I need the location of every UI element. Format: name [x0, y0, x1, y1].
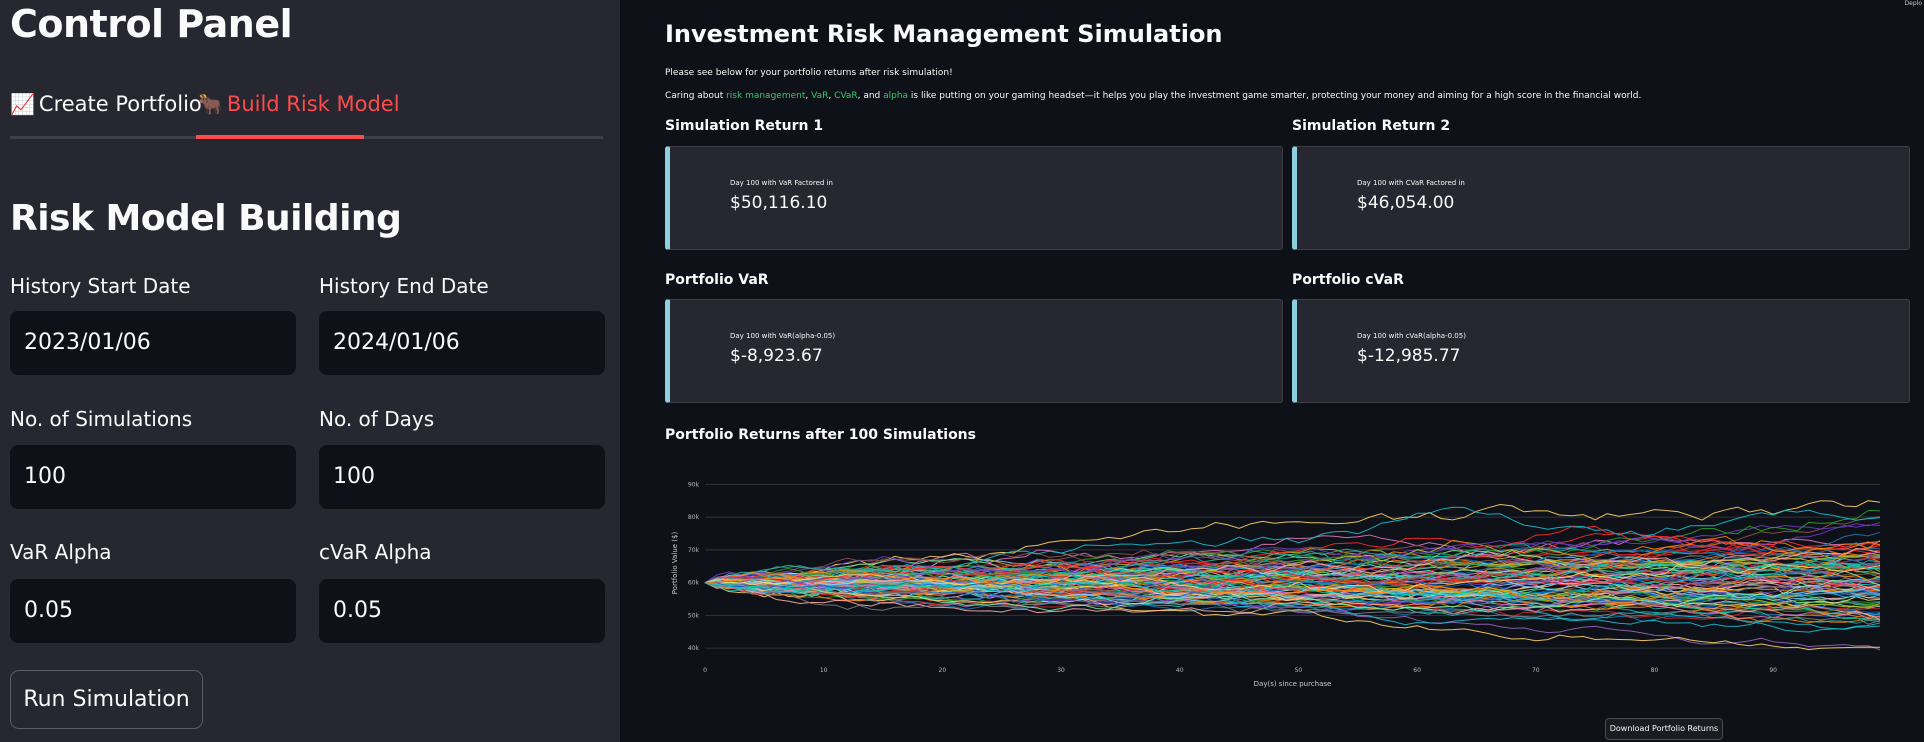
metric-label: Day 100 with CVaR Factored in	[1357, 179, 1465, 187]
portfolio-returns-chart[interactable]: 40k 50k 60k 70k 80k 90k 0 10 20 30 40 50 60 70 80 90 Day…	[665, 460, 1900, 700]
sim-return-1-heading: Simulation Return 1	[665, 118, 824, 134]
sidebar: Control Panel 📈 Create Portfolio 🐂 Build…	[0, 0, 620, 742]
x-axis-label: Day(s) since purchase	[1254, 680, 1332, 688]
download-returns-button[interactable]: Download Portfolio Returns	[1605, 718, 1723, 740]
sim-return-2-heading: Simulation Return 2	[1292, 118, 1451, 134]
tab-label: Create Portfolio	[38, 92, 202, 116]
x-tick-label: 30	[1057, 667, 1065, 674]
history-end-input[interactable]: 2024/01/06	[319, 311, 605, 375]
x-tick-label: 40	[1176, 667, 1184, 674]
y-tick-label: 50k	[688, 612, 700, 619]
y-tick-label: 90k	[688, 481, 700, 488]
keyword-var: VaR	[811, 91, 829, 101]
tab-create-portfolio[interactable]: 📈 Create Portfolio	[10, 92, 202, 116]
sidebar-tabs: 📈 Create Portfolio 🐂 Build Risk Model	[10, 88, 603, 140]
chart-heading: Portfolio Returns after 100 Simulations	[665, 427, 976, 443]
keyword-cvar: CVaR	[834, 91, 858, 101]
y-tick-label: 60k	[688, 580, 700, 587]
tab-label: Build Risk Model	[226, 92, 400, 116]
metric-label: Day 100 with cVaR(alpha-0.05)	[1357, 332, 1466, 340]
var-alpha-input[interactable]: 0.05	[10, 579, 296, 643]
tab-build-risk-model[interactable]: 🐂 Build Risk Model	[198, 92, 400, 116]
metric-value: $50,116.10	[730, 193, 828, 213]
portfolio-var-card: Day 100 with VaR(alpha-0.05) $-8,923.67	[665, 299, 1283, 403]
var-alpha-label: VaR Alpha	[10, 540, 112, 564]
num-simulations-label: No. of Simulations	[10, 407, 193, 431]
cvar-alpha-label: cVaR Alpha	[319, 540, 432, 564]
x-tick-label: 20	[939, 667, 947, 674]
sidebar-title: Control Panel	[10, 2, 293, 46]
intro-text: Please see below for your portfolio retu…	[665, 68, 953, 78]
sim-return-2-card: Day 100 with CVaR Factored in $46,054.00	[1292, 146, 1910, 250]
run-simulation-button[interactable]: Run Simulation	[10, 670, 203, 729]
page-title: Investment Risk Management Simulation	[665, 20, 1223, 48]
portfolio-cvar-card: Day 100 with cVaR(alpha-0.05) $-12,985.7…	[1292, 299, 1910, 403]
cvar-alpha-input[interactable]: 0.05	[319, 579, 605, 643]
intro-text-part: , and	[857, 91, 884, 101]
x-tick-label: 90	[1769, 667, 1777, 674]
x-tick-label: 0	[703, 667, 707, 674]
chart-up-icon: 📈	[10, 92, 35, 116]
x-tick-label: 60	[1413, 667, 1421, 674]
portfolio-var-heading: Portfolio VaR	[665, 272, 769, 288]
intro-text-part: is like putting on your gaming headset—i…	[908, 91, 1642, 101]
history-start-input[interactable]: 2023/01/06	[10, 311, 296, 375]
x-tick-label: 70	[1532, 667, 1540, 674]
x-tick-label: 50	[1295, 667, 1303, 674]
history-start-label: History Start Date	[10, 274, 191, 298]
keyword-risk-management: risk management	[726, 91, 806, 101]
keyword-alpha: alpha	[883, 91, 909, 101]
sim-return-1-card: Day 100 with VaR Factored in $50,116.10	[665, 146, 1283, 250]
intro-description: Caring about risk management, VaR, CVaR,…	[665, 91, 1641, 101]
deploy-button[interactable]: Deplo	[1905, 0, 1922, 7]
y-tick-label: 80k	[688, 514, 700, 521]
y-tick-label: 70k	[688, 547, 700, 554]
num-days-input[interactable]: 100	[319, 445, 605, 509]
ox-icon: 🐂	[198, 92, 223, 116]
chart-svg: 40k 50k 60k 70k 80k 90k 0 10 20 30 40 50 60 70 80 90 Day…	[671, 481, 1881, 688]
y-tick-label: 40k	[688, 645, 700, 652]
y-axis-label: Portfolio Value ($)	[671, 532, 679, 595]
history-end-label: History End Date	[319, 274, 489, 298]
section-title: Risk Model Building	[10, 198, 402, 239]
intro-text-part: Caring about	[665, 91, 727, 101]
metric-value: $-8,923.67	[730, 346, 823, 366]
portfolio-cvar-heading: Portfolio cVaR	[1292, 272, 1404, 288]
x-tick-label: 10	[820, 667, 828, 674]
metric-label: Day 100 with VaR(alpha-0.05)	[730, 332, 836, 340]
active-tab-indicator	[196, 135, 364, 139]
num-simulations-input[interactable]: 100	[10, 445, 296, 509]
metric-value: $46,054.00	[1357, 193, 1455, 213]
x-tick-label: 80	[1651, 667, 1659, 674]
metric-value: $-12,985.77	[1357, 346, 1461, 366]
metric-label: Day 100 with VaR Factored in	[730, 179, 833, 187]
num-days-label: No. of Days	[319, 407, 435, 431]
